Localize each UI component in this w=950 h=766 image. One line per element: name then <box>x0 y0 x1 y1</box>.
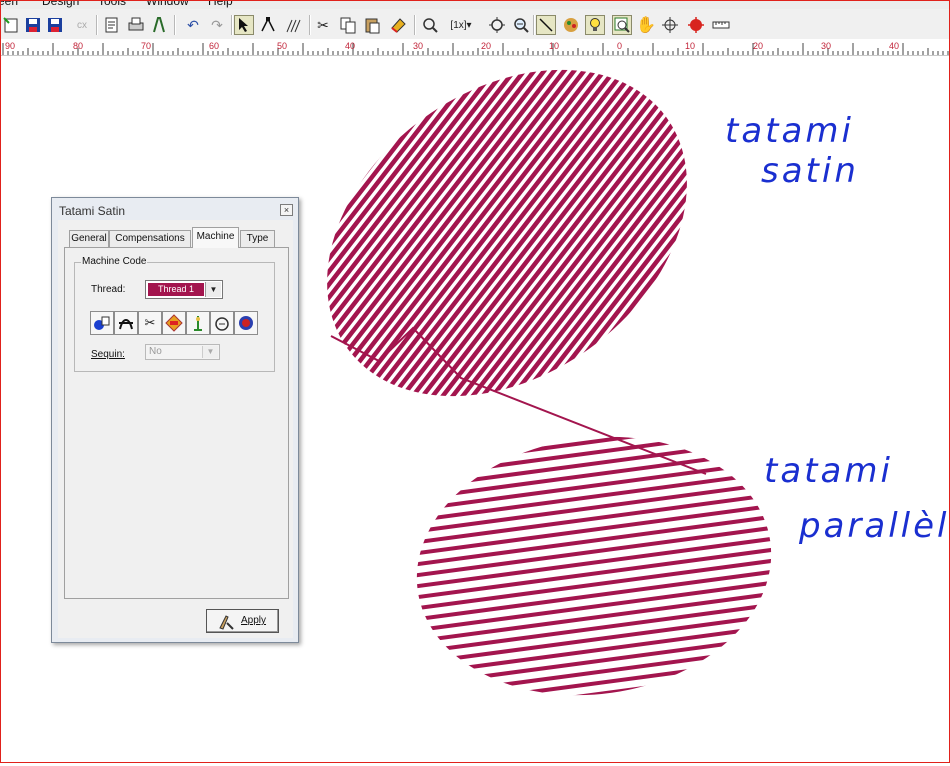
ruler-label: 20 <box>753 41 763 51</box>
ruler-label: 50 <box>277 41 287 51</box>
needle-icon[interactable] <box>186 311 210 335</box>
sequin-label: Sequin: <box>91 349 125 360</box>
apply-icon <box>219 615 234 630</box>
select-icon[interactable] <box>234 15 254 35</box>
menu-item-window[interactable]: Window <box>146 0 189 8</box>
horizontal-ruler: 90 80 70 60 50 40 30 20 10 0 10 20 30 40 <box>0 39 950 56</box>
thread-color-swatch: Thread 1 <box>148 283 204 296</box>
tatami-satin-dialog: Tatami Satin × General Compensations Mac… <box>51 197 299 643</box>
zoom-out-icon[interactable] <box>511 15 531 35</box>
copy-icon[interactable] <box>338 15 358 35</box>
ruler-label: 70 <box>141 41 151 51</box>
bulb-icon[interactable] <box>585 15 605 35</box>
color-wheel-icon[interactable] <box>561 15 581 35</box>
ruler-label: 80 <box>73 41 83 51</box>
ruler-label: 30 <box>413 41 423 51</box>
ruler-label: 20 <box>481 41 491 51</box>
machine-tab-panel: Machine Code Thread: Thread 1 ▼ ✂ Sequin… <box>64 247 289 599</box>
toolbar: cx ↶ ↷ ✂ [1x]▾ ✋ <box>0 9 950 40</box>
annotation-satin-line1: tatami <box>725 111 854 151</box>
cx-icon[interactable]: cx <box>72 15 92 35</box>
sequin-dropdown[interactable]: No ▼ <box>145 344 220 360</box>
zoom-box-icon[interactable] <box>420 15 440 35</box>
annotation-parallel-line2: parallèle <box>798 506 949 546</box>
sequin-icon[interactable] <box>90 311 114 335</box>
zoom-to-fit-icon[interactable] <box>487 15 507 35</box>
machine-code-label: Machine Code <box>81 256 148 267</box>
reshape-icon[interactable] <box>258 15 278 35</box>
tab-general[interactable]: General <box>69 230 109 247</box>
new-icon[interactable] <box>1 15 21 35</box>
zoom-window-icon[interactable] <box>612 15 632 35</box>
stop-sign-icon[interactable] <box>162 311 186 335</box>
annotation-parallel-line1: tatami <box>764 451 893 491</box>
ruler-label: 30 <box>821 41 831 51</box>
apply-label: Apply <box>241 615 267 626</box>
ruler-label: 90 <box>5 41 15 51</box>
ruler-icon[interactable] <box>711 15 731 35</box>
zoom-1x-icon[interactable]: [1x]▾ <box>447 15 475 35</box>
print-icon[interactable] <box>126 15 146 35</box>
dialog-body: General Compensations Machine Type Machi… <box>58 220 293 638</box>
redo-icon[interactable]: ↷ <box>207 15 227 35</box>
tatami-parallel-stitch-area[interactable] <box>381 403 801 734</box>
eraser-icon[interactable] <box>388 15 408 35</box>
properties-icon[interactable] <box>102 15 122 35</box>
tab-compensations[interactable]: Compensations <box>109 230 191 247</box>
crosshair-icon[interactable] <box>660 15 680 35</box>
menu-item-screen[interactable]: een <box>0 0 18 8</box>
tie-off-icon[interactable] <box>210 311 234 335</box>
stitch-edit-icon[interactable] <box>284 15 304 35</box>
tab-machine[interactable]: Machine <box>192 227 239 248</box>
menu-item-help[interactable]: Help <box>208 0 233 8</box>
stop-icon[interactable] <box>686 15 706 35</box>
undo-icon[interactable]: ↶ <box>183 15 203 35</box>
save-as-icon[interactable] <box>45 15 65 35</box>
annotation-satin-line2: satin <box>761 151 859 191</box>
ruler-label: 40 <box>345 41 355 51</box>
ruler-label: 10 <box>549 41 559 51</box>
apply-button[interactable]: Apply <box>206 609 279 633</box>
save-icon[interactable] <box>23 15 43 35</box>
dialog-title: Tatami Satin <box>59 204 126 218</box>
jump-icon[interactable] <box>114 311 138 335</box>
color-change-icon[interactable] <box>234 311 258 335</box>
paste-icon[interactable] <box>362 15 382 35</box>
chevron-down-icon[interactable]: ▼ <box>202 346 218 358</box>
thread-label: Thread: <box>91 284 126 295</box>
machine-code-group: Machine Code Thread: Thread 1 ▼ ✂ Sequin… <box>74 256 275 372</box>
stitch-player-icon[interactable] <box>149 15 169 35</box>
menu-item-design[interactable]: Design <box>42 0 79 8</box>
draw-line-icon[interactable] <box>536 15 556 35</box>
chevron-down-icon[interactable]: ▼ <box>205 282 221 297</box>
ruler-label: 60 <box>209 41 219 51</box>
close-icon[interactable]: × <box>280 204 293 216</box>
menu-bar: een Design Tools Window Help <box>0 0 950 9</box>
pan-hand-icon[interactable]: ✋ <box>636 15 656 35</box>
cut-icon[interactable]: ✂ <box>313 15 333 35</box>
ruler-label: 10 <box>685 41 695 51</box>
ruler-label: 40 <box>889 41 899 51</box>
sequin-value: No <box>149 346 162 357</box>
thread-dropdown[interactable]: Thread 1 ▼ <box>145 280 223 299</box>
ruler-label: 0 <box>617 41 622 51</box>
menu-item-tools[interactable]: Tools <box>98 0 126 8</box>
trim-icon[interactable]: ✂ <box>138 311 162 335</box>
tab-type[interactable]: Type <box>240 230 275 247</box>
